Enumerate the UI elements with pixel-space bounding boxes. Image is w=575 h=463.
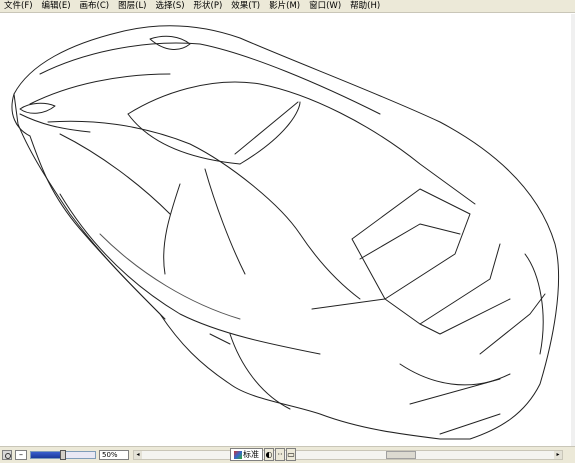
fullscreen-icon: ▭: [287, 450, 295, 459]
vertical-scrollbar[interactable]: [571, 14, 575, 446]
color-palette-icon: [234, 450, 242, 459]
menu-select[interactable]: 选择(S): [153, 0, 188, 12]
zoom-slider-fill: [31, 452, 63, 458]
car-windshield: [127, 81, 476, 205]
night-mode-button[interactable]: ◐: [264, 448, 274, 461]
menu-file[interactable]: 文件(F): [1, 0, 36, 12]
menu-help[interactable]: 帮助(H): [347, 0, 383, 12]
menu-window[interactable]: 窗口(W): [306, 0, 344, 12]
car-outline: [13, 25, 560, 440]
car-hood-line: [39, 42, 381, 115]
scroll-right-arrow-icon[interactable]: ▸: [554, 451, 562, 459]
view-mode-group: 标准 ◐ ·· ▭: [230, 448, 296, 462]
horizontal-scroll-thumb[interactable]: [386, 451, 416, 459]
dots-icon: ··: [277, 450, 283, 459]
menu-bar: 文件(F) 编辑(E) 画布(C) 图层(L) 选择(S) 形状(P) 效果(T…: [0, 0, 575, 13]
menu-effects[interactable]: 效果(T): [228, 0, 263, 12]
car-headlight: [19, 102, 56, 114]
zoom-out-button[interactable]: –: [15, 450, 27, 460]
car-nose: [11, 93, 166, 320]
scroll-left-arrow-icon[interactable]: ◂: [134, 451, 142, 459]
fullscreen-button[interactable]: ▭: [286, 448, 296, 461]
dots-mode-button[interactable]: ··: [275, 448, 285, 461]
horizontal-scrollbar[interactable]: ◂ ▸: [133, 450, 563, 460]
menu-edit[interactable]: 编辑(E): [39, 0, 74, 12]
car-side-skirt: [99, 233, 241, 320]
moon-icon: ◐: [265, 450, 273, 459]
zoom-slider[interactable]: [30, 450, 96, 460]
menu-movie[interactable]: 影片(M): [266, 0, 303, 12]
zoom-icon[interactable]: [2, 450, 12, 460]
car-engine-cover: [351, 188, 471, 300]
status-bar: – 50% ◂ ▸ 标准 ◐ ·· ▭: [0, 446, 575, 463]
standard-mode-label: 标准: [243, 450, 259, 459]
car-cabin-side: [47, 120, 301, 235]
standard-mode-button[interactable]: 标准: [230, 448, 263, 461]
menu-canvas[interactable]: 画布(C): [77, 0, 113, 12]
zoom-slider-thumb[interactable]: [60, 450, 66, 460]
menu-shape[interactable]: 形状(P): [191, 0, 226, 12]
menu-layer[interactable]: 图层(L): [115, 0, 149, 12]
zoom-value: 50%: [99, 450, 129, 460]
car-line-drawing: [11, 25, 560, 440]
drawing-canvas[interactable]: [0, 14, 575, 446]
